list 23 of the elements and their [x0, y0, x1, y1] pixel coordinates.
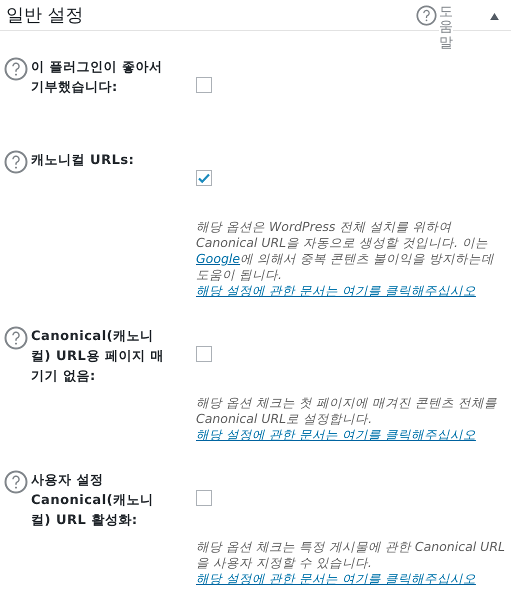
- checkbox[interactable]: [196, 77, 212, 93]
- collapse-icon[interactable]: [490, 13, 499, 20]
- description: 해당 옵션 체크는 특정 게시물에 관한 Canonical URL을 사용자 지정할 수 있습니다.: [196, 539, 506, 571]
- checkbox[interactable]: [196, 170, 212, 186]
- help-icon[interactable]: [4, 470, 28, 494]
- checkbox[interactable]: [196, 490, 212, 506]
- setting-label: Canonical(캐노니컬) URL용 페이지 매기기 없음:: [31, 328, 165, 386]
- description: 해당 옵션은 WordPress 전체 설치를 위하여 Canonical URL을 자동으로 생성할 것입니다. 이는 Google에 의해서 중복 콘텐츠 불이익을 방지하는데 도움이 됩니다.: [196, 219, 495, 283]
- panel-title: 일반 설정: [5, 4, 85, 27]
- help-icon[interactable]: [4, 326, 28, 350]
- help-icon[interactable]: [416, 5, 437, 26]
- help-label[interactable]: 도움말: [439, 5, 453, 52]
- link[interactable]: Google: [196, 251, 240, 266]
- checkbox[interactable]: [196, 346, 212, 362]
- documentation-link[interactable]: 해당 설정에 관한 문서는 여기를 클릭해주십시오: [196, 283, 476, 299]
- setting-label: 캐노니컬 URLs:: [31, 152, 136, 170]
- setting-label: 이 플러그인이 좋아서 기부했습니다:: [31, 59, 164, 97]
- help-icon[interactable]: [4, 57, 28, 81]
- description: 해당 옵션 체크는 첫 페이지에 매겨진 콘텐츠 전체를 Canonical URL로 설정합니다.: [196, 395, 498, 427]
- setting-label: 사용자 설정 Canonical(캐노니컬) URL 활성화:: [31, 472, 155, 530]
- documentation-link[interactable]: 해당 설정에 관한 문서는 여기를 클릭해주십시오: [196, 571, 476, 587]
- documentation-link[interactable]: 해당 설정에 관한 문서는 여기를 클릭해주십시오: [196, 427, 476, 443]
- help-icon[interactable]: [4, 150, 28, 174]
